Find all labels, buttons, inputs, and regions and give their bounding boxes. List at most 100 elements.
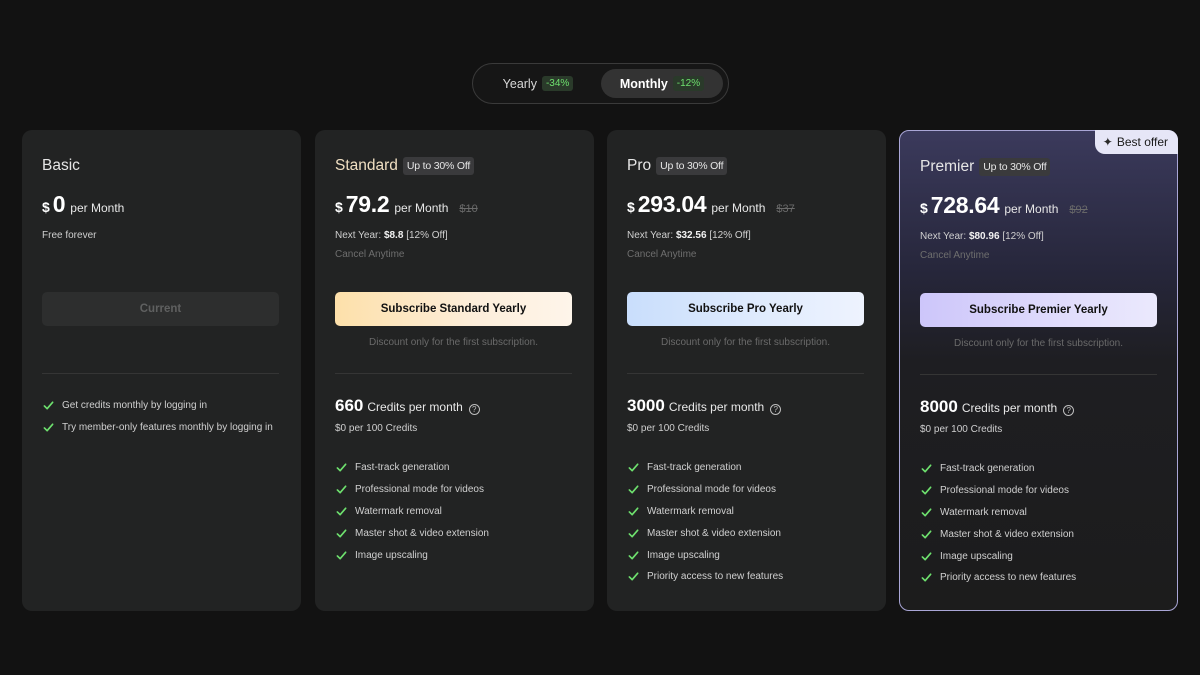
current-plan-button[interactable]: Current: [42, 292, 279, 326]
feature-text: Master shot & video extension: [355, 527, 489, 539]
feature-item: Priority access to new features: [628, 566, 783, 588]
feature-item: Watermark removal: [921, 502, 1076, 524]
feature-list: Fast-track generation Professional mode …: [628, 457, 783, 588]
best-offer-ribbon: ✦ Best offer: [1094, 130, 1178, 154]
feature-text: Try member-only features monthly by logg…: [62, 422, 273, 434]
best-offer-label: Best offer: [1116, 135, 1168, 149]
next-year-suffix: [12% Off]: [709, 230, 751, 241]
check-icon: [921, 508, 932, 517]
discount-badge: Up to 30% Off: [979, 158, 1051, 176]
check-icon: [628, 507, 639, 516]
divider: [627, 373, 864, 374]
feature-text: Watermark removal: [940, 506, 1027, 518]
plan-name: Basic: [42, 157, 80, 174]
cancel-anytime-note: Cancel Anytime: [335, 249, 405, 260]
check-icon: [336, 485, 347, 494]
monthly-option[interactable]: Monthly -12%: [601, 69, 723, 98]
check-icon: [336, 507, 347, 516]
feature-item: Watermark removal: [336, 501, 489, 523]
feature-text: Professional mode for videos: [355, 484, 484, 496]
currency-symbol: $: [920, 200, 928, 216]
next-year-suffix: [12% Off]: [1002, 231, 1044, 242]
feature-text: Fast-track generation: [647, 462, 742, 474]
next-year-suffix: [12% Off]: [406, 230, 448, 241]
question-circle-icon[interactable]: ?: [1063, 405, 1075, 416]
credits-row: 8000 Credits per month ?: [920, 397, 1075, 417]
billing-period-toggle: Yearly -34% Monthly -12%: [472, 63, 729, 104]
question-circle-icon[interactable]: ?: [468, 404, 480, 415]
feature-text: Fast-track generation: [940, 463, 1035, 475]
original-price: $37: [776, 203, 795, 215]
monthly-label: Monthly: [619, 76, 668, 91]
feature-item: Watermark removal: [628, 501, 783, 523]
feature-item: Image upscaling: [336, 544, 489, 566]
per-credit-price: $0 per 100 Credits: [335, 423, 418, 434]
feature-text: Image upscaling: [355, 549, 428, 561]
feature-text: Priority access to new features: [647, 571, 784, 583]
subscribe-standard-button[interactable]: Subscribe Standard Yearly: [335, 292, 572, 326]
discount-note: Discount only for the first subscription…: [369, 337, 538, 348]
next-year-label: Next Year:: [335, 230, 382, 241]
price-amount: 728.64: [930, 192, 1000, 218]
price-period: per Month: [711, 201, 766, 215]
yearly-label: Yearly: [502, 76, 537, 91]
original-price: $92: [1069, 204, 1088, 216]
credits-row: 660 Credits per month ?: [335, 396, 480, 416]
next-year-label: Next Year:: [627, 230, 674, 241]
check-icon: [336, 463, 347, 472]
check-icon: [628, 572, 639, 581]
next-year-price: Next Year: $32.56 [12% Off]: [627, 230, 751, 241]
price-amount: 0: [52, 191, 66, 217]
yearly-discount-badge: -34%: [541, 76, 574, 91]
feature-item: Master shot & video extension: [336, 522, 489, 544]
currency-symbol: $: [42, 199, 50, 215]
feature-text: Priority access to new features: [940, 572, 1077, 584]
credits-label: Credits per month: [367, 400, 463, 414]
check-icon: [628, 551, 639, 560]
discount-badge: Up to 30% Off: [402, 157, 475, 175]
feature-text: Master shot & video extension: [940, 528, 1074, 540]
credits-label: Credits per month: [668, 400, 765, 414]
feature-text: Get credits monthly by logging in: [62, 400, 208, 412]
subscribe-premier-button[interactable]: Subscribe Premier Yearly: [920, 293, 1157, 327]
original-price: $10: [459, 203, 478, 215]
feature-text: Professional mode for videos: [647, 484, 776, 496]
feature-item: Fast-track generation: [921, 458, 1076, 480]
feature-item: Image upscaling: [921, 545, 1076, 567]
divider: [42, 373, 279, 374]
monthly-discount-badge: -12%: [672, 76, 705, 91]
feature-item: Fast-track generation: [628, 457, 783, 479]
check-icon: [628, 529, 639, 538]
question-circle-icon[interactable]: ?: [770, 404, 782, 415]
feature-list: Fast-track generation Professional mode …: [336, 457, 489, 566]
price-row: $ 728.64 per Month $92: [920, 192, 1088, 219]
cancel-anytime-note: Cancel Anytime: [627, 249, 697, 260]
feature-item: Fast-track generation: [336, 457, 489, 479]
plan-card-standard: Standard Up to 30% Off $ 79.2 per Month …: [315, 130, 594, 611]
feature-item: Professional mode for videos: [336, 479, 489, 501]
next-year-price: Next Year: $80.96 [12% Off]: [920, 231, 1044, 242]
next-year-amount: $80.96: [968, 231, 1000, 242]
cancel-anytime-note: Cancel Anytime: [920, 250, 990, 261]
check-icon: [921, 552, 932, 561]
plan-name: Pro: [627, 157, 652, 174]
next-year-price: Next Year: $8.8 [12% Off]: [335, 230, 448, 241]
credits-label: Credits per month: [961, 401, 1058, 415]
subscribe-pro-button[interactable]: Subscribe Pro Yearly: [627, 292, 864, 326]
check-icon: [921, 464, 932, 473]
credits-row: 3000 Credits per month ?: [627, 396, 782, 416]
feature-text: Watermark removal: [355, 505, 442, 517]
feature-text: Master shot & video extension: [647, 527, 781, 539]
feature-item: Get credits monthly by logging in: [43, 395, 273, 417]
yearly-option[interactable]: Yearly -34%: [479, 69, 597, 98]
free-forever-note: Free forever: [42, 230, 97, 241]
check-icon: [628, 485, 639, 494]
feature-item: Master shot & video extension: [628, 522, 783, 544]
plan-card-premier: ✦ Best offer Premier Up to 30% Off $ 728…: [899, 130, 1178, 611]
feature-item: Professional mode for videos: [628, 479, 783, 501]
feature-text: Watermark removal: [647, 505, 734, 517]
price-period: per Month: [70, 201, 125, 215]
divider: [920, 374, 1157, 375]
price-period: per Month: [1004, 202, 1059, 216]
feature-text: Image upscaling: [647, 549, 720, 561]
